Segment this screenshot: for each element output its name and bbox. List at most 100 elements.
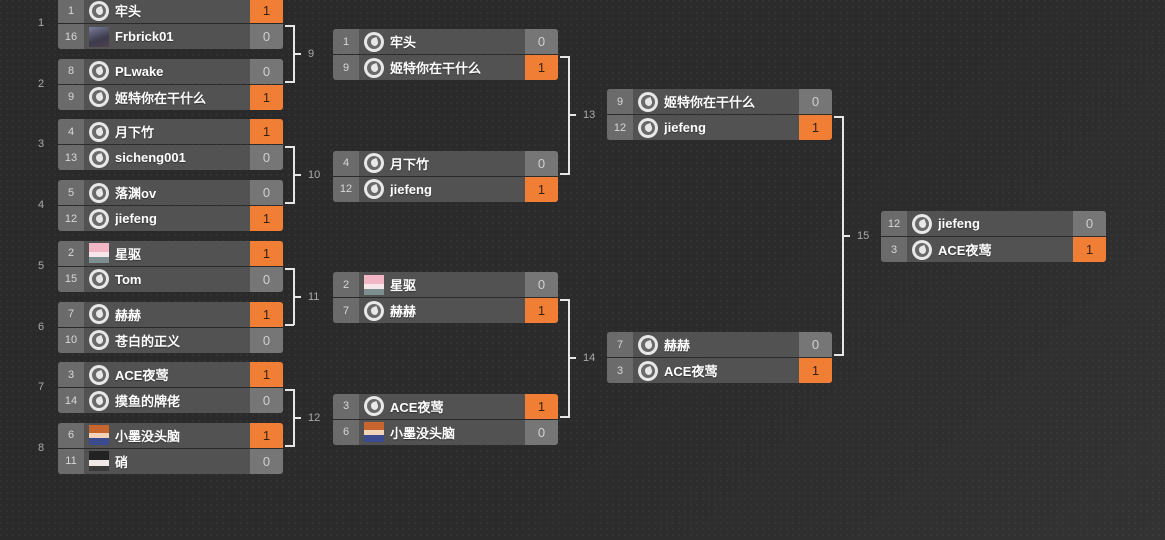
player-row[interactable]: 6 小墨没头脑 0 bbox=[333, 419, 558, 445]
player-name[interactable]: 赫赫 bbox=[115, 305, 250, 324]
seed-number: 11 bbox=[58, 448, 84, 474]
match-number-label: 13 bbox=[583, 109, 596, 122]
player-name[interactable]: 苍白的正义 bbox=[115, 331, 250, 350]
seed-number: 1 bbox=[333, 29, 359, 54]
score: 1 bbox=[250, 240, 283, 266]
match-card: 6 小墨没头脑 1 11 硝 0 bbox=[58, 422, 283, 474]
player-row[interactable]: 9 姬特你在干什么 1 bbox=[333, 55, 558, 80]
seed-number: 3 bbox=[881, 237, 907, 262]
player-name[interactable]: jiefeng bbox=[390, 182, 525, 197]
player-name[interactable]: ACE夜莺 bbox=[664, 361, 799, 380]
player-row[interactable]: 12 jiefeng 1 bbox=[333, 176, 558, 202]
player-row[interactable]: 2 星驱 0 bbox=[333, 272, 558, 297]
player-name[interactable]: Frbrick01 bbox=[115, 29, 250, 44]
player-row[interactable]: 12 jiefeng 1 bbox=[607, 115, 832, 140]
player-name[interactable]: 姬特你在干什么 bbox=[664, 92, 799, 111]
player-row[interactable]: 11 硝 0 bbox=[58, 448, 283, 474]
player-name[interactable]: jiefeng bbox=[938, 216, 1073, 231]
seed-number: 7 bbox=[333, 298, 359, 323]
player-row[interactable]: 9 姬特你在干什么 1 bbox=[58, 84, 283, 110]
team-logo-icon bbox=[89, 390, 109, 411]
player-row[interactable]: 7 赫赫 0 bbox=[607, 332, 832, 357]
player-row[interactable]: 1 牢头 0 bbox=[333, 29, 558, 54]
player-row[interactable]: 6 小墨没头脑 1 bbox=[58, 422, 283, 448]
player-name[interactable]: 姬特你在干什么 bbox=[390, 58, 525, 77]
player-row[interactable]: 3 ACE夜莺 1 bbox=[58, 362, 283, 388]
score: 1 bbox=[1073, 237, 1106, 262]
player-name[interactable]: 牢头 bbox=[115, 1, 250, 20]
player-row[interactable]: 3 ACE夜莺 1 bbox=[333, 393, 558, 419]
seed-number: 12 bbox=[607, 115, 633, 140]
player-row[interactable]: 4 月下竹 0 bbox=[333, 150, 558, 176]
player-name[interactable]: 牢头 bbox=[390, 32, 525, 51]
player-row[interactable]: 13 sicheng001 0 bbox=[58, 145, 283, 171]
score: 0 bbox=[250, 24, 283, 49]
player-row[interactable]: 5 落渊ov 0 bbox=[58, 180, 283, 206]
player-row[interactable]: 7 赫赫 1 bbox=[58, 301, 283, 327]
team-logo-icon bbox=[912, 239, 932, 260]
score: 1 bbox=[525, 298, 558, 323]
player-row[interactable]: 12 jiefeng 0 bbox=[881, 211, 1106, 236]
player-row[interactable]: 7 赫赫 1 bbox=[333, 298, 558, 323]
match-number-label: 10 bbox=[308, 169, 321, 182]
player-row[interactable]: 14 摸鱼的牌佬 0 bbox=[58, 388, 283, 414]
match-number-label: 9 bbox=[308, 47, 315, 60]
match-card: 3 ACE夜莺 1 14 摸鱼的牌佬 0 bbox=[58, 362, 283, 414]
score: 0 bbox=[250, 58, 283, 84]
seed-number: 3 bbox=[607, 358, 633, 383]
player-name[interactable]: 月下竹 bbox=[115, 122, 250, 141]
match-card: 1 牢头 1 16 Frbrick01 0 bbox=[58, 0, 283, 49]
player-name[interactable]: 赫赫 bbox=[664, 335, 799, 354]
team-logo-icon bbox=[364, 300, 384, 321]
player-row[interactable]: 8 PLwake 0 bbox=[58, 58, 283, 84]
bracket-connector bbox=[293, 295, 301, 298]
match-card: 5 落渊ov 0 12 jiefeng 1 bbox=[58, 180, 283, 232]
team-logo-icon bbox=[89, 182, 109, 203]
player-name[interactable]: 赫赫 bbox=[390, 301, 525, 320]
player-name[interactable]: 月下竹 bbox=[390, 154, 525, 173]
player-row[interactable]: 15 Tom 0 bbox=[58, 266, 283, 292]
score: 0 bbox=[250, 266, 283, 292]
bracket-connector bbox=[293, 52, 301, 55]
bracket-connector bbox=[293, 174, 301, 177]
player-row[interactable]: 16 Frbrick01 0 bbox=[58, 24, 283, 49]
score: 1 bbox=[250, 422, 283, 448]
player-name[interactable]: 小墨没头脑 bbox=[115, 426, 250, 445]
match-number-label: 12 bbox=[308, 412, 321, 425]
team-logo-icon bbox=[638, 117, 658, 138]
match-number-label: 2 bbox=[38, 77, 45, 90]
player-name[interactable]: 小墨没头脑 bbox=[390, 423, 525, 442]
player-name[interactable]: Tom bbox=[115, 272, 250, 287]
seed-number: 14 bbox=[58, 388, 84, 414]
player-name[interactable]: ACE夜莺 bbox=[938, 240, 1073, 259]
match-card: 7 赫赫 1 10 苍白的正义 0 bbox=[58, 301, 283, 353]
player-name[interactable]: ACE夜莺 bbox=[390, 397, 525, 416]
player-name[interactable]: sicheng001 bbox=[115, 150, 250, 165]
player-name[interactable]: 落渊ov bbox=[115, 183, 250, 202]
player-name[interactable]: 姬特你在干什么 bbox=[115, 88, 250, 107]
player-row[interactable]: 10 苍白的正义 0 bbox=[58, 327, 283, 353]
player-row[interactable]: 12 jiefeng 1 bbox=[58, 206, 283, 232]
team-logo-icon bbox=[89, 121, 109, 142]
player-name[interactable]: jiefeng bbox=[664, 120, 799, 135]
player-row[interactable]: 1 牢头 1 bbox=[58, 0, 283, 23]
player-name[interactable]: 星驱 bbox=[115, 244, 250, 263]
score: 0 bbox=[250, 180, 283, 206]
match-number-label: 3 bbox=[38, 138, 45, 151]
player-row[interactable]: 4 月下竹 1 bbox=[58, 119, 283, 145]
player-name[interactable]: 硝 bbox=[115, 452, 250, 471]
seed-number: 9 bbox=[333, 55, 359, 80]
team-logo-icon bbox=[912, 213, 932, 234]
player-name[interactable]: PLwake bbox=[115, 64, 250, 79]
player-row[interactable]: 2 星驱 1 bbox=[58, 240, 283, 266]
player-name[interactable]: 摸鱼的牌佬 bbox=[115, 391, 250, 410]
team-logo-icon bbox=[89, 0, 109, 21]
player-row[interactable]: 3 ACE夜莺 1 bbox=[881, 237, 1106, 262]
player-name[interactable]: 星驱 bbox=[390, 275, 525, 294]
player-name[interactable]: jiefeng bbox=[115, 211, 250, 226]
team-logo-icon bbox=[364, 179, 384, 199]
seed-number: 2 bbox=[333, 272, 359, 297]
player-name[interactable]: ACE夜莺 bbox=[115, 365, 250, 384]
player-row[interactable]: 9 姬特你在干什么 0 bbox=[607, 89, 832, 114]
player-row[interactable]: 3 ACE夜莺 1 bbox=[607, 358, 832, 383]
